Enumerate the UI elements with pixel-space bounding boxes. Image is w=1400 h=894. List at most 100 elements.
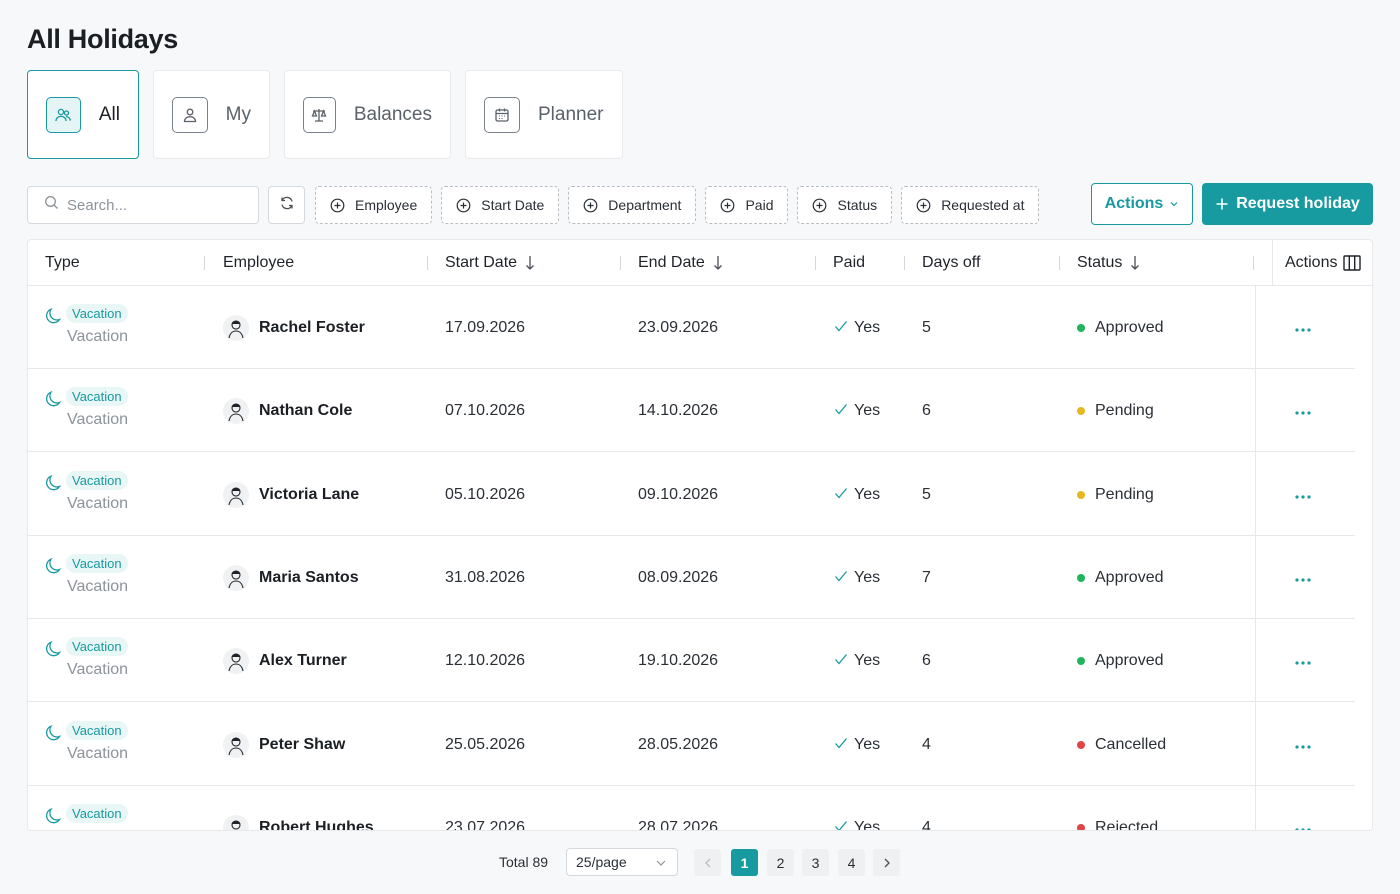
status-label: Pending: [1095, 485, 1154, 503]
table-row[interactable]: Vacation Vacation Rachel Foster 17.09.2026 2…: [28, 286, 1355, 369]
employee-cell[interactable]: Peter Shaw: [223, 731, 345, 759]
column-divider[interactable]: [1059, 256, 1060, 270]
columns-settings-icon[interactable]: [1343, 255, 1362, 271]
employee-cell[interactable]: Alex Turner: [223, 647, 347, 675]
type-cell: Vacation Vacation: [44, 637, 204, 685]
tab-all[interactable]: All: [27, 70, 139, 159]
column-divider[interactable]: [620, 256, 621, 270]
status-dot: [1077, 573, 1085, 582]
more-actions-button[interactable]: [1295, 647, 1311, 675]
filter-status[interactable]: Status: [797, 186, 893, 224]
days-off-cell: 7: [922, 568, 931, 586]
table-row[interactable]: Vacation Vacation Peter Shaw 25.05.2026 28.0…: [28, 703, 1355, 786]
tab-balances[interactable]: Balances: [284, 70, 451, 159]
avatar: [223, 731, 249, 758]
avatar: [223, 398, 249, 425]
status-label: Approved: [1095, 652, 1164, 670]
employee-cell[interactable]: Nathan Cole: [223, 397, 352, 425]
start-date-cell: 17.09.2026: [445, 319, 526, 336]
status-dot: [1077, 740, 1085, 749]
page-button-1[interactable]: 1: [731, 849, 758, 876]
column-divider[interactable]: [204, 256, 205, 270]
filter-paid[interactable]: Paid: [705, 186, 789, 224]
table-row[interactable]: Vacation Vacation Alex Turner 12.10.2026 19.…: [28, 619, 1355, 703]
filter-employee[interactable]: Employee: [315, 186, 433, 224]
table-row[interactable]: Vacation Vacation Nathan Cole 07.10.2026 14.…: [28, 369, 1355, 453]
per-page-select[interactable]: 25/page: [566, 848, 678, 876]
employee-cell[interactable]: Victoria Lane: [223, 481, 359, 509]
tab-my[interactable]: My: [153, 70, 270, 159]
filter-start-date[interactable]: Start Date: [441, 186, 560, 224]
column-divider[interactable]: [815, 256, 816, 270]
more-actions-button[interactable]: [1295, 731, 1311, 759]
sort-down-icon: [526, 256, 534, 270]
chevron-right-icon: [884, 858, 890, 867]
column-header-status[interactable]: Status: [1077, 240, 1140, 286]
column-divider[interactable]: [904, 256, 905, 270]
paid-value: Yes: [854, 652, 881, 670]
request-holiday-button[interactable]: Request holiday: [1202, 183, 1373, 225]
end-date-cell: 23.09.2026: [638, 319, 719, 336]
employee-cell[interactable]: Maria Santos: [223, 564, 359, 592]
page-button-3[interactable]: 3: [802, 849, 829, 876]
type-badge: Vacation: [66, 387, 128, 407]
moon-icon: [44, 306, 64, 331]
status-dot: [1077, 407, 1085, 416]
more-actions-button[interactable]: [1295, 397, 1311, 425]
page-button-2[interactable]: 2: [767, 849, 794, 876]
total-count: Total 89: [499, 854, 549, 870]
type-cell: Vacation Vacation: [44, 553, 204, 602]
column-header-start-date[interactable]: Start Date: [445, 240, 535, 286]
tab-my-label: My: [225, 103, 251, 125]
more-actions-button[interactable]: [1295, 814, 1311, 830]
status-cell: Approved: [1077, 314, 1164, 342]
page-button-4[interactable]: 4: [838, 849, 865, 876]
table-row[interactable]: Vacation Vacation Victoria Lane 05.10.2026 0…: [28, 453, 1355, 536]
status-label: Cancelled: [1095, 735, 1167, 753]
paid-value: Yes: [854, 485, 881, 503]
request-holiday-label: Request holiday: [1236, 195, 1360, 212]
table-row[interactable]: Vacation Vacation Maria Santos 31.08.2026 08…: [28, 536, 1355, 619]
filter-department[interactable]: Department: [568, 186, 697, 224]
status-cell: Approved: [1077, 564, 1164, 592]
filter-start-date-label: Start Date: [481, 197, 545, 213]
next-page-button[interactable]: [873, 849, 900, 876]
column-header-end-date[interactable]: End Date: [638, 240, 723, 286]
employee-cell[interactable]: Rachel Foster: [223, 314, 365, 342]
filter-requested-at[interactable]: Requested at: [901, 186, 1040, 224]
paid-value: Yes: [854, 568, 881, 586]
status-cell: Pending: [1077, 397, 1154, 425]
search-input[interactable]: [67, 196, 237, 214]
column-header-actions: Actions: [1285, 240, 1362, 286]
type-cell: Vacation Vacation: [44, 470, 204, 519]
table-row[interactable]: Vacation Robert Hughes 23.07.2026 28.07.202…: [28, 786, 1355, 831]
column-header-start-date-label: Start Date: [445, 254, 518, 271]
more-actions-button[interactable]: [1295, 314, 1311, 342]
plus-circle-icon: [721, 198, 735, 212]
prev-page-button[interactable]: [694, 849, 721, 876]
paid-value: Yes: [854, 818, 881, 831]
per-page-value: 25/page: [576, 854, 627, 870]
employee-name: Alex Turner: [259, 652, 347, 670]
moon-icon: [44, 473, 64, 498]
chevron-left-icon: [704, 858, 710, 867]
avatar: [223, 564, 249, 591]
more-actions-button[interactable]: [1295, 481, 1311, 509]
column-divider[interactable]: [1253, 256, 1254, 270]
more-actions-button[interactable]: [1295, 564, 1311, 592]
actions-dropdown-button[interactable]: Actions: [1091, 183, 1193, 225]
more-horizontal-icon: [1295, 569, 1311, 587]
employee-cell[interactable]: Robert Hughes: [223, 814, 374, 830]
plus-circle-icon: [813, 198, 827, 212]
tab-planner[interactable]: Planner: [465, 70, 623, 159]
sort-down-icon: [713, 256, 722, 270]
start-date-cell: 05.10.2026: [445, 485, 526, 503]
column-divider[interactable]: [427, 256, 428, 270]
check-icon: [834, 652, 854, 670]
type-badge: Vacation: [66, 553, 128, 573]
days-off-cell: 6: [922, 402, 931, 420]
column-header-employee-label: Employee: [223, 254, 295, 271]
type-label: Vacation: [67, 328, 129, 345]
refresh-button[interactable]: [268, 186, 305, 224]
column-header-type-label: Type: [45, 254, 80, 271]
